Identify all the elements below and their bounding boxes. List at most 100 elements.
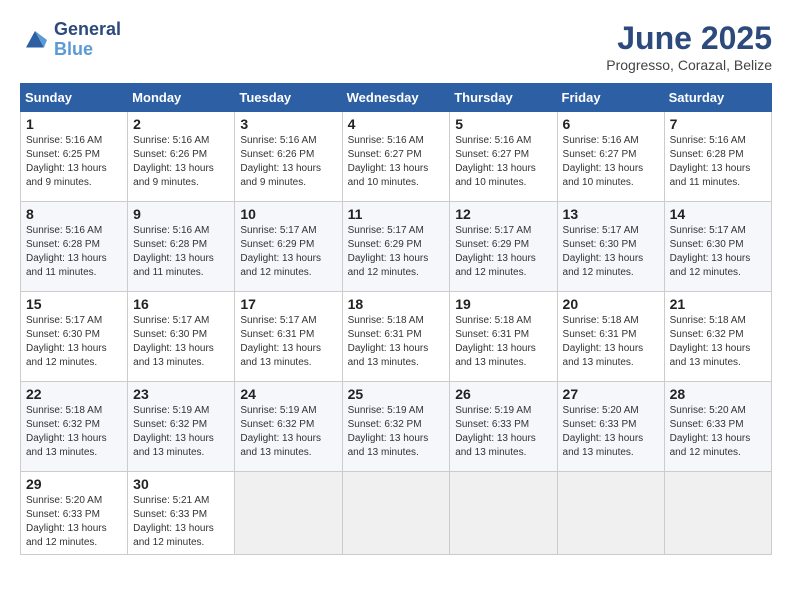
day-info: Sunrise: 5:16 AMSunset: 6:28 PMDaylight:… bbox=[670, 134, 766, 190]
table-row: 4 Sunrise: 5:16 AMSunset: 6:27 PMDaylight… bbox=[342, 112, 450, 202]
day-number: 9 bbox=[133, 206, 229, 222]
col-monday: Monday bbox=[128, 84, 235, 112]
table-row: 22 Sunrise: 5:18 AMSunset: 6:32 PMDayligh… bbox=[21, 382, 128, 472]
day-info: Sunrise: 5:17 AMSunset: 6:29 PMDaylight:… bbox=[240, 224, 336, 280]
day-info: Sunrise: 5:16 AMSunset: 6:25 PMDaylight:… bbox=[26, 134, 122, 190]
table-row: 17 Sunrise: 5:17 AMSunset: 6:31 PMDayligh… bbox=[235, 292, 342, 382]
day-info: Sunrise: 5:18 AMSunset: 6:32 PMDaylight:… bbox=[670, 314, 766, 370]
table-row: 7 Sunrise: 5:16 AMSunset: 6:28 PMDaylight… bbox=[664, 112, 771, 202]
table-row: 3 Sunrise: 5:16 AMSunset: 6:26 PMDaylight… bbox=[235, 112, 342, 202]
title-area: June 2025 Progresso, Corazal, Belize bbox=[606, 20, 772, 73]
table-row bbox=[664, 472, 771, 555]
table-row: 13 Sunrise: 5:17 AMSunset: 6:30 PMDayligh… bbox=[557, 202, 664, 292]
day-info: Sunrise: 5:19 AMSunset: 6:33 PMDaylight:… bbox=[455, 404, 551, 460]
day-info: Sunrise: 5:19 AMSunset: 6:32 PMDaylight:… bbox=[240, 404, 336, 460]
day-info: Sunrise: 5:18 AMSunset: 6:31 PMDaylight:… bbox=[455, 314, 551, 370]
table-row: 23 Sunrise: 5:19 AMSunset: 6:32 PMDayligh… bbox=[128, 382, 235, 472]
day-number: 19 bbox=[455, 296, 551, 312]
day-number: 10 bbox=[240, 206, 336, 222]
day-number: 30 bbox=[133, 476, 229, 492]
col-friday: Friday bbox=[557, 84, 664, 112]
day-info: Sunrise: 5:21 AMSunset: 6:33 PMDaylight:… bbox=[133, 494, 229, 550]
day-info: Sunrise: 5:18 AMSunset: 6:32 PMDaylight:… bbox=[26, 404, 122, 460]
day-number: 26 bbox=[455, 386, 551, 402]
day-number: 8 bbox=[26, 206, 122, 222]
table-row: 5 Sunrise: 5:16 AMSunset: 6:27 PMDaylight… bbox=[450, 112, 557, 202]
day-info: Sunrise: 5:17 AMSunset: 6:29 PMDaylight:… bbox=[455, 224, 551, 280]
logo-line2: Blue bbox=[54, 40, 121, 60]
logo: General Blue bbox=[20, 20, 121, 60]
table-row bbox=[235, 472, 342, 555]
table-row: 1 Sunrise: 5:16 AMSunset: 6:25 PMDaylight… bbox=[21, 112, 128, 202]
day-info: Sunrise: 5:20 AMSunset: 6:33 PMDaylight:… bbox=[563, 404, 659, 460]
day-info: Sunrise: 5:18 AMSunset: 6:31 PMDaylight:… bbox=[348, 314, 445, 370]
day-number: 7 bbox=[670, 116, 766, 132]
calendar-table: Sunday Monday Tuesday Wednesday Thursday… bbox=[20, 83, 772, 555]
day-number: 18 bbox=[348, 296, 445, 312]
day-number: 3 bbox=[240, 116, 336, 132]
table-row: 27 Sunrise: 5:20 AMSunset: 6:33 PMDayligh… bbox=[557, 382, 664, 472]
month-title: June 2025 bbox=[606, 20, 772, 57]
table-row: 2Sunrise: 5:16 AMSunset: 6:26 PMDaylight… bbox=[128, 112, 235, 202]
header-area: General Blue June 2025 Progresso, Coraza… bbox=[20, 20, 772, 73]
table-row: 11 Sunrise: 5:17 AMSunset: 6:29 PMDayligh… bbox=[342, 202, 450, 292]
day-number: 14 bbox=[670, 206, 766, 222]
day-number: 20 bbox=[563, 296, 659, 312]
col-tuesday: Tuesday bbox=[235, 84, 342, 112]
day-info: Sunrise: 5:19 AMSunset: 6:32 PMDaylight:… bbox=[133, 404, 229, 460]
day-info: Sunrise: 5:16 AMSunset: 6:27 PMDaylight:… bbox=[455, 134, 551, 190]
table-row bbox=[557, 472, 664, 555]
day-info: Sunrise: 5:19 AMSunset: 6:32 PMDaylight:… bbox=[348, 404, 445, 460]
table-row: 6Sunrise: 5:16 AMSunset: 6:27 PMDaylight… bbox=[557, 112, 664, 202]
day-number: 22 bbox=[26, 386, 122, 402]
day-number: 27 bbox=[563, 386, 659, 402]
day-info: Sunrise: 5:17 AMSunset: 6:30 PMDaylight:… bbox=[26, 314, 122, 370]
table-row: 28Sunrise: 5:20 AMSunset: 6:33 PMDayligh… bbox=[664, 382, 771, 472]
day-number: 12 bbox=[455, 206, 551, 222]
table-row: 29 Sunrise: 5:20 AMSunset: 6:33 PMDayligh… bbox=[21, 472, 128, 555]
table-row: 21 Sunrise: 5:18 AMSunset: 6:32 PMDayligh… bbox=[664, 292, 771, 382]
table-row: 18 Sunrise: 5:18 AMSunset: 6:31 PMDayligh… bbox=[342, 292, 450, 382]
day-number: 23 bbox=[133, 386, 229, 402]
day-number: 1 bbox=[26, 116, 122, 132]
table-row: 30 Sunrise: 5:21 AMSunset: 6:33 PMDayligh… bbox=[128, 472, 235, 555]
day-info: Sunrise: 5:17 AMSunset: 6:30 PMDaylight:… bbox=[563, 224, 659, 280]
calendar-header-row: Sunday Monday Tuesday Wednesday Thursday… bbox=[21, 84, 772, 112]
table-row: 8 Sunrise: 5:16 AMSunset: 6:28 PMDaylight… bbox=[21, 202, 128, 292]
table-row bbox=[450, 472, 557, 555]
day-number: 24 bbox=[240, 386, 336, 402]
day-info: Sunrise: 5:17 AMSunset: 6:30 PMDaylight:… bbox=[133, 314, 229, 370]
day-number: 5 bbox=[455, 116, 551, 132]
day-number: 17 bbox=[240, 296, 336, 312]
day-number: 11 bbox=[348, 206, 445, 222]
table-row bbox=[342, 472, 450, 555]
table-row: 25Sunrise: 5:19 AMSunset: 6:32 PMDayligh… bbox=[342, 382, 450, 472]
day-info: Sunrise: 5:16 AMSunset: 6:27 PMDaylight:… bbox=[348, 134, 445, 190]
day-number: 16 bbox=[133, 296, 229, 312]
day-number: 2 bbox=[133, 116, 229, 132]
col-wednesday: Wednesday bbox=[342, 84, 450, 112]
day-number: 13 bbox=[563, 206, 659, 222]
day-number: 4 bbox=[348, 116, 445, 132]
day-info: Sunrise: 5:16 AMSunset: 6:28 PMDaylight:… bbox=[133, 224, 229, 280]
day-info: Sunrise: 5:20 AMSunset: 6:33 PMDaylight:… bbox=[26, 494, 122, 550]
day-number: 6 bbox=[563, 116, 659, 132]
location-subtitle: Progresso, Corazal, Belize bbox=[606, 57, 772, 73]
table-row: 14Sunrise: 5:17 AMSunset: 6:30 PMDayligh… bbox=[664, 202, 771, 292]
day-info: Sunrise: 5:17 AMSunset: 6:29 PMDaylight:… bbox=[348, 224, 445, 280]
col-saturday: Saturday bbox=[664, 84, 771, 112]
table-row: 16 Sunrise: 5:17 AMSunset: 6:30 PMDayligh… bbox=[128, 292, 235, 382]
day-info: Sunrise: 5:16 AMSunset: 6:26 PMDaylight:… bbox=[240, 134, 336, 190]
table-row: 12 Sunrise: 5:17 AMSunset: 6:29 PMDayligh… bbox=[450, 202, 557, 292]
day-number: 29 bbox=[26, 476, 122, 492]
day-info: Sunrise: 5:16 AMSunset: 6:28 PMDaylight:… bbox=[26, 224, 122, 280]
table-row: 20 Sunrise: 5:18 AMSunset: 6:31 PMDayligh… bbox=[557, 292, 664, 382]
table-row: 19 Sunrise: 5:18 AMSunset: 6:31 PMDayligh… bbox=[450, 292, 557, 382]
logo-line1: General bbox=[54, 20, 121, 40]
table-row: 24 Sunrise: 5:19 AMSunset: 6:32 PMDayligh… bbox=[235, 382, 342, 472]
day-info: Sunrise: 5:18 AMSunset: 6:31 PMDaylight:… bbox=[563, 314, 659, 370]
day-number: 15 bbox=[26, 296, 122, 312]
day-info: Sunrise: 5:17 AMSunset: 6:31 PMDaylight:… bbox=[240, 314, 336, 370]
day-number: 21 bbox=[670, 296, 766, 312]
day-number: 28 bbox=[670, 386, 766, 402]
